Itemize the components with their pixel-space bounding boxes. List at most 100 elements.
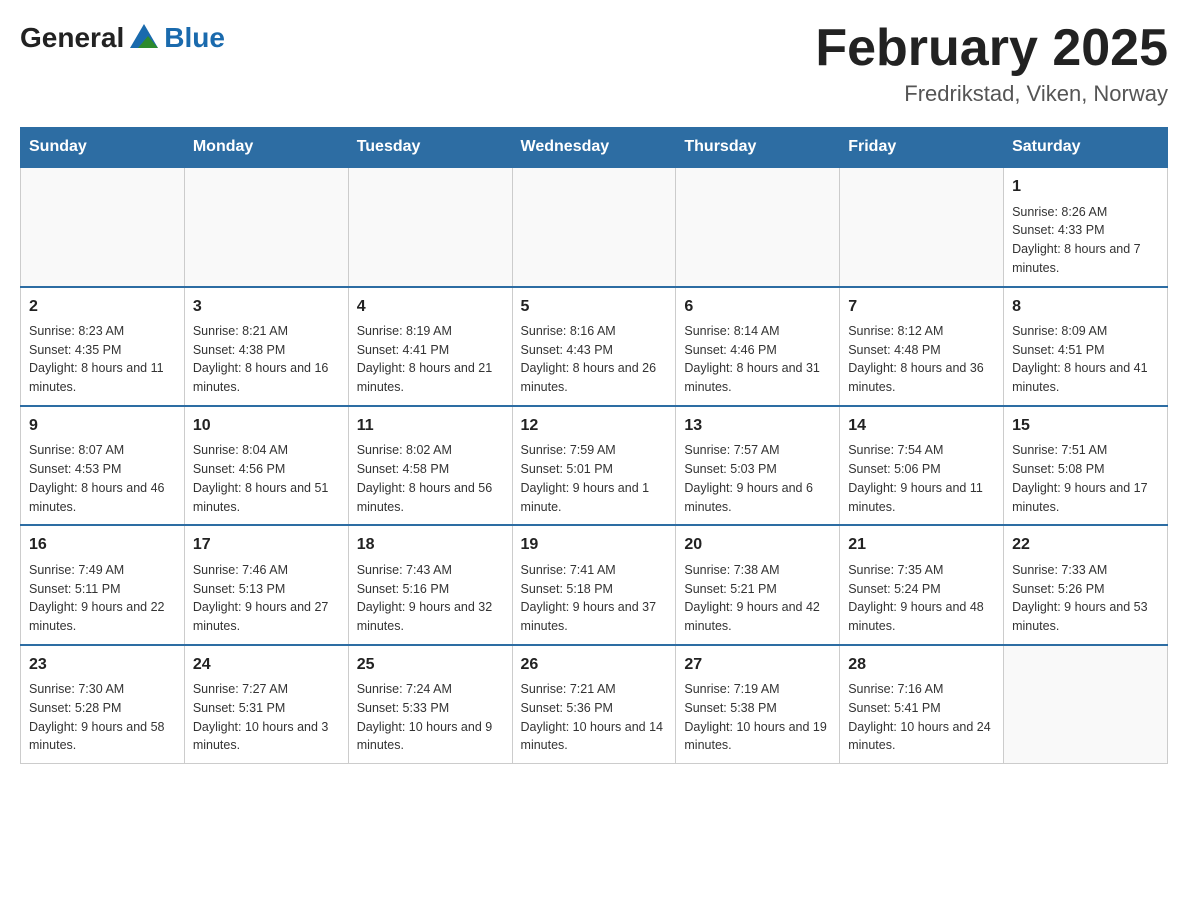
calendar-day-cell: 23 Sunrise: 7:30 AMSunset: 5:28 PMDayligh… [21, 645, 185, 764]
calendar-day-cell: 28Sunrise: 7:16 AMSunset: 5:41 PMDayligh… [840, 645, 1004, 764]
day-info: Sunrise: 8:19 AMSunset: 4:41 PMDaylight:… [357, 322, 504, 397]
day-number: 13 [684, 415, 831, 437]
day-info: Sunrise: 8:12 AMSunset: 4:48 PMDaylight:… [848, 322, 995, 397]
calendar-day-cell: 20Sunrise: 7:38 AMSunset: 5:21 PMDayligh… [676, 525, 840, 644]
day-info: Sunrise: 7:33 AMSunset: 5:26 PMDaylight:… [1012, 561, 1159, 636]
day-of-week-header: Sunday [21, 128, 185, 168]
calendar-day-cell: 21 Sunrise: 7:35 AMSunset: 5:24 PMDayligh… [840, 525, 1004, 644]
day-info: Sunrise: 7:30 AMSunset: 5:28 PMDaylight:… [29, 680, 176, 755]
day-number: 25 [357, 654, 504, 676]
calendar-body: 1 Sunrise: 8:26 AMSunset: 4:33 PMDaylight… [21, 167, 1168, 763]
day-info: Sunrise: 7:49 AMSunset: 5:11 PMDaylight:… [29, 561, 176, 636]
calendar-day-cell [184, 167, 348, 286]
calendar-day-cell: 4 Sunrise: 8:19 AMSunset: 4:41 PMDaylight… [348, 287, 512, 406]
day-of-week-header: Saturday [1004, 128, 1168, 168]
calendar-day-cell: 19 Sunrise: 7:41 AMSunset: 5:18 PMDayligh… [512, 525, 676, 644]
day-number: 3 [193, 296, 340, 318]
day-info: Sunrise: 7:51 AMSunset: 5:08 PMDaylight:… [1012, 441, 1159, 516]
calendar-day-cell: 26 Sunrise: 7:21 AMSunset: 5:36 PMDayligh… [512, 645, 676, 764]
day-info: Sunrise: 7:57 AMSunset: 5:03 PMDaylight:… [684, 441, 831, 516]
logo: General Blue [20, 20, 225, 56]
calendar-week-row: 2 Sunrise: 8:23 AMSunset: 4:35 PMDaylight… [21, 287, 1168, 406]
logo-text-general: General [20, 22, 124, 54]
page-header: General Blue February 2025 Fredrikstad, … [20, 20, 1168, 107]
day-info: Sunrise: 7:21 AMSunset: 5:36 PMDaylight:… [521, 680, 668, 755]
day-info: Sunrise: 8:14 AMSunset: 4:46 PMDaylight:… [684, 322, 831, 397]
day-number: 19 [521, 534, 668, 556]
calendar-day-cell: 13 Sunrise: 7:57 AMSunset: 5:03 PMDayligh… [676, 406, 840, 525]
day-number: 2 [29, 296, 176, 318]
day-info: Sunrise: 8:23 AMSunset: 4:35 PMDaylight:… [29, 322, 176, 397]
calendar-day-cell: 1 Sunrise: 8:26 AMSunset: 4:33 PMDaylight… [1004, 167, 1168, 286]
day-number: 6 [684, 296, 831, 318]
day-number: 16 [29, 534, 176, 556]
day-info: Sunrise: 8:02 AMSunset: 4:58 PMDaylight:… [357, 441, 504, 516]
day-number: 27 [684, 654, 831, 676]
logo-icon [126, 20, 162, 56]
day-of-week-header: Monday [184, 128, 348, 168]
logo-text-blue: Blue [164, 22, 225, 54]
day-info: Sunrise: 8:04 AMSunset: 4:56 PMDaylight:… [193, 441, 340, 516]
calendar-week-row: 23 Sunrise: 7:30 AMSunset: 5:28 PMDayligh… [21, 645, 1168, 764]
day-of-week-header: Tuesday [348, 128, 512, 168]
day-number: 15 [1012, 415, 1159, 437]
calendar-week-row: 1 Sunrise: 8:26 AMSunset: 4:33 PMDaylight… [21, 167, 1168, 286]
day-info: Sunrise: 7:24 AMSunset: 5:33 PMDaylight:… [357, 680, 504, 755]
day-of-week-header: Wednesday [512, 128, 676, 168]
month-title: February 2025 [815, 20, 1168, 77]
day-info: Sunrise: 7:41 AMSunset: 5:18 PMDaylight:… [521, 561, 668, 636]
day-info: Sunrise: 7:54 AMSunset: 5:06 PMDaylight:… [848, 441, 995, 516]
day-number: 23 [29, 654, 176, 676]
calendar-day-cell [348, 167, 512, 286]
day-info: Sunrise: 8:21 AMSunset: 4:38 PMDaylight:… [193, 322, 340, 397]
day-number: 12 [521, 415, 668, 437]
calendar-day-cell: 24Sunrise: 7:27 AMSunset: 5:31 PMDayligh… [184, 645, 348, 764]
day-info: Sunrise: 7:38 AMSunset: 5:21 PMDaylight:… [684, 561, 831, 636]
day-number: 28 [848, 654, 995, 676]
calendar-day-cell: 18 Sunrise: 7:43 AMSunset: 5:16 PMDayligh… [348, 525, 512, 644]
calendar-table: SundayMondayTuesdayWednesdayThursdayFrid… [20, 127, 1168, 764]
calendar-day-cell: 12 Sunrise: 7:59 AMSunset: 5:01 PMDayligh… [512, 406, 676, 525]
day-number: 4 [357, 296, 504, 318]
calendar-day-cell: 5 Sunrise: 8:16 AMSunset: 4:43 PMDaylight… [512, 287, 676, 406]
location-title: Fredrikstad, Viken, Norway [815, 81, 1168, 107]
calendar-day-cell [676, 167, 840, 286]
day-number: 22 [1012, 534, 1159, 556]
calendar-day-cell: 11 Sunrise: 8:02 AMSunset: 4:58 PMDayligh… [348, 406, 512, 525]
calendar-day-cell: 22 Sunrise: 7:33 AMSunset: 5:26 PMDayligh… [1004, 525, 1168, 644]
calendar-day-cell [512, 167, 676, 286]
calendar-day-cell: 3 Sunrise: 8:21 AMSunset: 4:38 PMDaylight… [184, 287, 348, 406]
day-info: Sunrise: 7:19 AMSunset: 5:38 PMDaylight:… [684, 680, 831, 755]
day-info: Sunrise: 7:27 AMSunset: 5:31 PMDaylight:… [193, 680, 340, 755]
calendar-day-cell: 2 Sunrise: 8:23 AMSunset: 4:35 PMDaylight… [21, 287, 185, 406]
calendar-day-cell: 27 Sunrise: 7:19 AMSunset: 5:38 PMDayligh… [676, 645, 840, 764]
calendar-day-cell [840, 167, 1004, 286]
day-number: 26 [521, 654, 668, 676]
day-number: 14 [848, 415, 995, 437]
day-number: 5 [521, 296, 668, 318]
day-info: Sunrise: 8:07 AMSunset: 4:53 PMDaylight:… [29, 441, 176, 516]
day-info: Sunrise: 7:43 AMSunset: 5:16 PMDaylight:… [357, 561, 504, 636]
day-of-week-header: Friday [840, 128, 1004, 168]
title-section: February 2025 Fredrikstad, Viken, Norway [815, 20, 1168, 107]
day-number: 7 [848, 296, 995, 318]
day-info: Sunrise: 7:59 AMSunset: 5:01 PMDaylight:… [521, 441, 668, 516]
calendar-header-row: SundayMondayTuesdayWednesdayThursdayFrid… [21, 128, 1168, 168]
day-number: 1 [1012, 176, 1159, 198]
calendar-day-cell: 25 Sunrise: 7:24 AMSunset: 5:33 PMDayligh… [348, 645, 512, 764]
calendar-day-cell: 7 Sunrise: 8:12 AMSunset: 4:48 PMDaylight… [840, 287, 1004, 406]
day-info: Sunrise: 8:16 AMSunset: 4:43 PMDaylight:… [521, 322, 668, 397]
day-info: Sunrise: 8:09 AMSunset: 4:51 PMDaylight:… [1012, 322, 1159, 397]
calendar-week-row: 9Sunrise: 8:07 AMSunset: 4:53 PMDaylight… [21, 406, 1168, 525]
calendar-day-cell: 14 Sunrise: 7:54 AMSunset: 5:06 PMDayligh… [840, 406, 1004, 525]
day-number: 21 [848, 534, 995, 556]
calendar-day-cell: 9Sunrise: 8:07 AMSunset: 4:53 PMDaylight… [21, 406, 185, 525]
day-of-week-header: Thursday [676, 128, 840, 168]
day-number: 17 [193, 534, 340, 556]
day-info: Sunrise: 7:35 AMSunset: 5:24 PMDaylight:… [848, 561, 995, 636]
day-info: Sunrise: 8:26 AMSunset: 4:33 PMDaylight:… [1012, 203, 1159, 278]
day-number: 10 [193, 415, 340, 437]
day-number: 18 [357, 534, 504, 556]
day-number: 11 [357, 415, 504, 437]
calendar-day-cell: 6 Sunrise: 8:14 AMSunset: 4:46 PMDaylight… [676, 287, 840, 406]
